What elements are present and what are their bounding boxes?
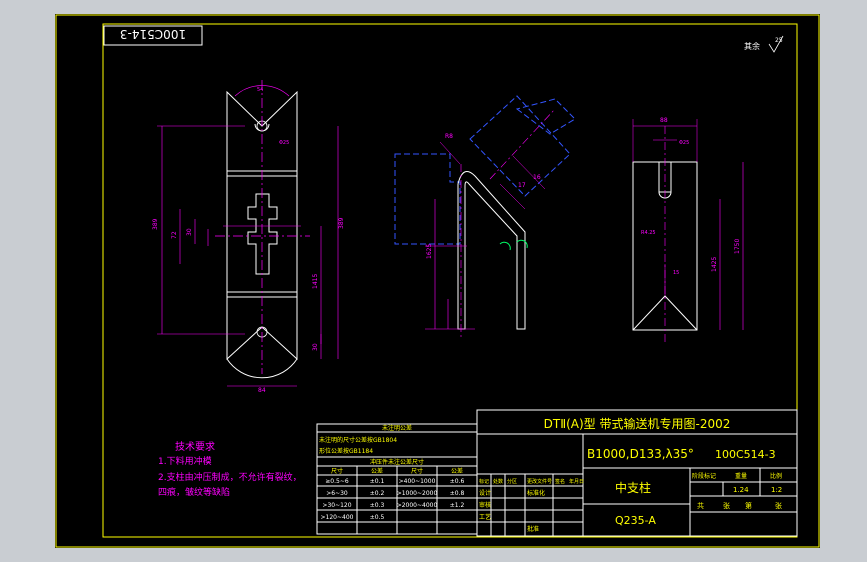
title-series: DTⅡ(A)型 带式输送机专用图-2002 (544, 416, 731, 431)
dim-right-15: 15 (673, 270, 679, 276)
dim-right-radius: R4.25 (641, 230, 656, 236)
drawing-code-box: 100C514-3 (103, 25, 203, 46)
title-sheet-total: 共 (697, 501, 704, 510)
title-weight-label: 重量 (735, 472, 747, 480)
role-label: 审核 (479, 501, 491, 509)
title-scale-label: 比例 (770, 472, 782, 480)
tol-cell: >400~1000 (399, 478, 436, 485)
role-label: 标准化 (527, 489, 545, 497)
tol-col-1: 尺寸 (331, 467, 343, 475)
title-stage-label: 阶段标记 (692, 472, 716, 480)
dim-right-hole: Φ25 (679, 140, 689, 146)
title-scale: 1:2 (771, 486, 782, 494)
dim-side-radius: R8 (445, 133, 453, 140)
tol-cell: ±1.2 (450, 502, 465, 509)
dim-front-width-bottom: 84 (258, 387, 266, 394)
dim-front-hole: Φ25 (279, 140, 289, 146)
roughness-label: 其余 (744, 41, 760, 51)
sign-label: 更改文件号 (527, 478, 552, 485)
side-view[interactable]: 1625 R8 17 16 (394, 95, 576, 339)
role-label: 设计 (479, 489, 491, 497)
tol-cell: ≥0.5~6 (325, 478, 349, 485)
sign-label: 签名 (555, 478, 565, 485)
tech-req-title: 技术要求 (175, 440, 215, 453)
title-code: 100C514-3 (715, 448, 776, 461)
sign-label: 年月日 (569, 478, 584, 485)
dim-right-width: 88 (660, 117, 668, 124)
dim-right-height: 1425 (711, 257, 718, 272)
front-view[interactable]: 389 72 30 1415 389 30 84 54 Φ25 (152, 80, 345, 394)
title-spec: B1000,D133,λ35° (587, 447, 694, 461)
tol-cell: ±0.3 (370, 502, 385, 509)
dim-front-mid: 72 (171, 231, 178, 239)
tol-cell: ±0.8 (450, 490, 465, 497)
tol-cell: >1000~2000 (397, 490, 438, 497)
dim-front-height-right: 1415 (312, 274, 319, 289)
sign-label: 标记 (479, 478, 489, 485)
role-label: 工艺 (479, 513, 491, 521)
tol-cell: >120~400 (321, 514, 354, 521)
tol-cell: ±0.1 (370, 478, 385, 485)
sign-label: 处数 (493, 478, 503, 485)
drawing-canvas[interactable]: 100C514-3 其余 25 389 72 30 1415 389 30 84… (55, 14, 820, 548)
roughness-symbol: 其余 25 (744, 35, 784, 53)
title-block[interactable]: DTⅡ(A)型 带式输送机专用图-2002 B1000,D133,λ35° 10… (476, 409, 798, 537)
tol-col-3: 尺寸 (411, 467, 423, 475)
tol-line-2: 形位公差按GB1184 (319, 447, 373, 455)
tol-cell: >30~120 (322, 502, 351, 509)
title-sheet-unit2: 张 (775, 501, 782, 510)
tol-col-2: 公差 (371, 467, 383, 475)
tol-cell: >6~30 (326, 490, 348, 497)
tolerance-table: 未注明公差 未注明的尺寸公差按GB1804 形位公差按GB1184 冲压件未注公… (316, 423, 478, 535)
title-sheet-num: 第 (745, 501, 752, 510)
dim-front-bottom: 30 (312, 343, 319, 351)
right-view[interactable]: 88 Φ25 R4.25 1425 1750 15 (632, 117, 744, 344)
dim-right-height2: 1750 (734, 239, 741, 254)
title-weight: 1.24 (733, 486, 749, 494)
tech-requirements: 技术要求 1.下料用冲模 2.支柱由冲压制成，不允许有裂纹， 四痕，皱纹等缺陷 (158, 440, 302, 498)
dim-side-17: 17 (518, 182, 526, 189)
title-part-name: 中支柱 (615, 480, 651, 495)
drawing-svg: 100C514-3 其余 25 389 72 30 1415 389 30 84… (55, 14, 820, 548)
dim-front-slot: 30 (186, 228, 193, 236)
roughness-value: 25 (775, 37, 783, 44)
tech-req-line-3: 四痕，皱纹等缺陷 (158, 486, 230, 498)
drawing-code-mirrored: 100C514-3 (120, 27, 186, 41)
cad-viewport[interactable]: 100C514-3 其余 25 389 72 30 1415 389 30 84… (0, 0, 867, 562)
role-label: 批准 (527, 525, 539, 533)
tol-col-4: 公差 (451, 467, 463, 475)
tol-cell: ±0.2 (370, 490, 385, 497)
tech-req-line-1: 1.下料用冲模 (158, 455, 212, 467)
title-material: Q235-A (615, 514, 656, 527)
dim-front-height-total-right: 389 (338, 217, 345, 229)
tol-line-1: 未注明的尺寸公差按GB1804 (319, 436, 397, 444)
tol-header: 未注明公差 (382, 424, 412, 432)
tol-cell: >2000~4000 (397, 502, 438, 509)
tol-subheader: 冲压件未注公差尺寸 (370, 458, 424, 466)
title-sheet-unit1: 张 (723, 501, 730, 510)
tech-req-line-2: 2.支柱由冲压制成，不允许有裂纹， (158, 471, 302, 483)
dim-front-width-top: 54 (257, 87, 263, 93)
sign-label: 分区 (507, 478, 517, 485)
tol-cell: ±0.6 (450, 478, 465, 485)
dim-front-height-total: 389 (152, 218, 159, 230)
tol-cell: ±0.5 (370, 514, 385, 521)
